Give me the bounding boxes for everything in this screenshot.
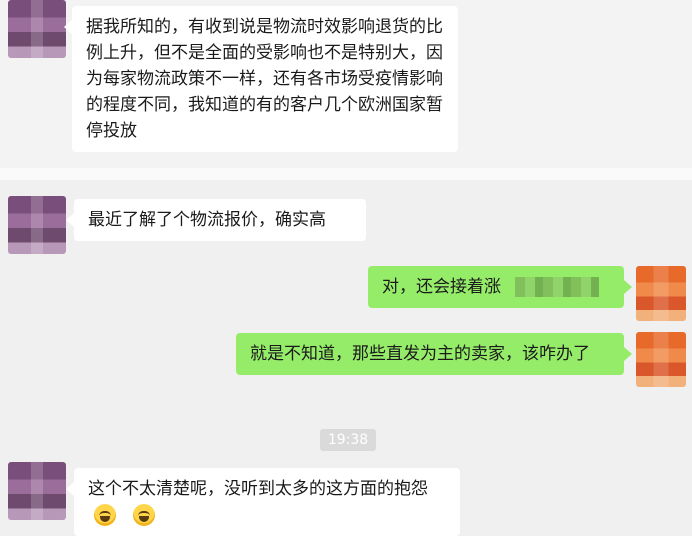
tears-of-joy-icon [94, 504, 116, 526]
self-avatar[interactable] [636, 266, 686, 321]
self-avatar[interactable] [636, 332, 686, 387]
message-bubble-received[interactable]: 据我所知的，有收到说是物流时效影响退货的比例上升，但不是全面的受影响也不是特别大… [64, 6, 458, 152]
message-text: 最近了解了个物流报价，确实高 [88, 210, 326, 230]
message-text: 这个不太清楚呢，没听到太多的这方面的抱怨 [88, 479, 428, 499]
contact-avatar[interactable] [8, 462, 66, 520]
contact-avatar[interactable] [8, 0, 66, 58]
contact-avatar[interactable] [8, 196, 66, 254]
message-text: 就是不知道，那些直发为主的卖家，该咋办了 [250, 344, 590, 364]
message-bubble-received[interactable]: 这个不太清楚呢，没听到太多的这方面的抱怨 [66, 468, 460, 536]
message-bubble-sent[interactable]: 就是不知道，那些直发为主的卖家，该咋办了 [236, 333, 632, 375]
message-bubble-received[interactable]: 最近了解了个物流报价，确实高 [66, 199, 366, 241]
message-bubble-sent[interactable]: 对，还会接着涨 [368, 266, 632, 308]
chat-divider [0, 168, 692, 180]
message-text: 对，还会接着涨 [382, 277, 501, 297]
message-timestamp: 19:38 [320, 429, 376, 451]
redacted-blur [515, 277, 599, 297]
tears-of-joy-icon [133, 504, 156, 526]
message-text: 据我所知的，有收到说是物流时效影响退货的比例上升，但不是全面的受影响也不是特别大… [86, 17, 443, 141]
